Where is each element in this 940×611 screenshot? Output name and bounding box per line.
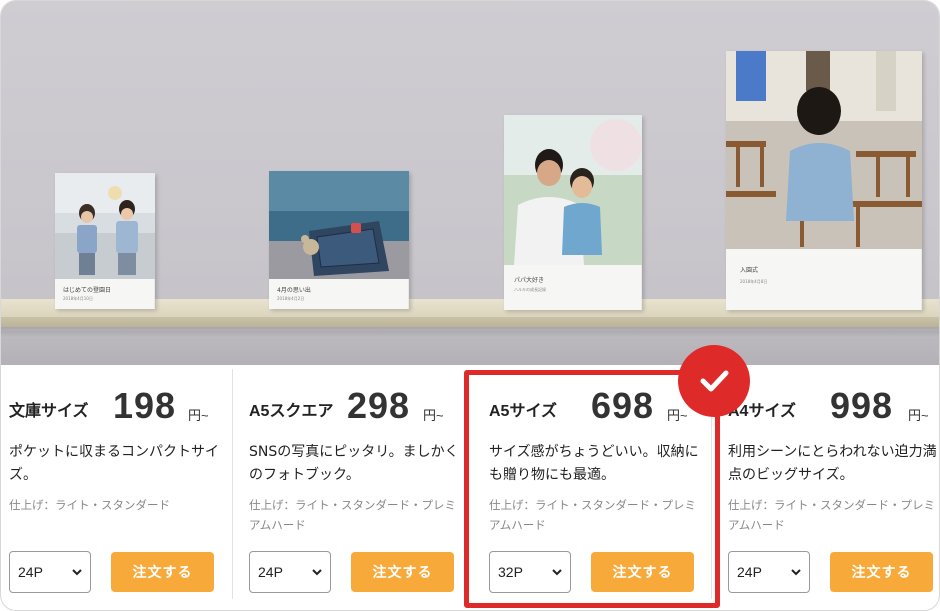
price-unit: 円~ bbox=[188, 408, 209, 423]
selected-badge bbox=[678, 345, 750, 417]
photobook-a5-square: 4月の思い出 2018年4月2日 bbox=[269, 171, 409, 309]
product-card-bunko: 文庫サイズ 198 円~ ポケットに収まるコンパクトサイズ。 仕上げ：ライト・ス… bbox=[1, 365, 239, 610]
book-subtitle: 2018年4月2日 bbox=[277, 296, 305, 301]
chevron-down-icon bbox=[72, 569, 82, 576]
product-price: 998 bbox=[830, 385, 894, 426]
product-card-a4: A4サイズ 998 円~ 利用シーンにとらわれない迫力満点のビッグサイズ。 仕上… bbox=[720, 365, 939, 610]
price-unit: 円~ bbox=[908, 408, 929, 423]
price-unit: 円~ bbox=[423, 408, 444, 423]
check-icon bbox=[700, 370, 729, 392]
product-finish: 仕上げ：ライト・スタンダード・プレミアムハード bbox=[728, 498, 935, 532]
product-size-comparison: はじめての登園日 2018年4月10日 4月の思い出 2018年4月2日 パパ大… bbox=[0, 0, 940, 611]
book-subtitle: 2018年4月10日 bbox=[63, 296, 93, 301]
product-description: 利用シーンにとらわれない迫力満点のビッグサイズ。 bbox=[728, 444, 937, 483]
book-title: 入園式 bbox=[740, 267, 759, 274]
product-finish: 仕上げ：ライト・スタンダード bbox=[9, 498, 170, 512]
page-count-select[interactable]: 24P bbox=[728, 551, 810, 593]
order-button[interactable]: 注文する bbox=[830, 552, 933, 592]
book-subtitle: ハルキの成長記録 bbox=[514, 287, 546, 292]
product-card-a5-square: A5スクエア 298 円~ SNSの写真にピッタリ。ましかくのフォトブック。 仕… bbox=[241, 365, 479, 610]
chevron-down-icon bbox=[312, 569, 322, 576]
page-count-value: 24P bbox=[737, 564, 762, 580]
product-price: 298 bbox=[347, 385, 411, 426]
product-price: 198 bbox=[113, 385, 177, 426]
product-size-name: A5スクエア bbox=[249, 403, 334, 420]
photobook-a5-photo bbox=[504, 115, 642, 265]
chevron-down-icon bbox=[791, 569, 801, 576]
book-title: 4月の思い出 bbox=[277, 287, 311, 294]
photobook-bunko-photo bbox=[55, 173, 155, 279]
page-count-value: 24P bbox=[18, 564, 43, 580]
product-size-name: 文庫サイズ bbox=[9, 403, 89, 420]
page-count-select[interactable]: 24P bbox=[9, 551, 91, 593]
selected-product-highlight bbox=[464, 370, 720, 608]
order-button[interactable]: 注文する bbox=[111, 552, 214, 592]
product-finish: 仕上げ：ライト・スタンダード・プレミアムハード bbox=[249, 498, 456, 532]
photobook-a5-square-photo bbox=[269, 171, 409, 279]
book-subtitle: 2018年4月8日 bbox=[740, 279, 768, 284]
page-count-value: 24P bbox=[258, 564, 283, 580]
book-title: はじめての登園日 bbox=[63, 287, 112, 294]
photobook-a4: 入園式 2018年4月8日 bbox=[726, 51, 922, 310]
photobook-bunko: はじめての登園日 2018年4月10日 bbox=[55, 173, 155, 309]
product-description: ポケットに収まるコンパクトサイズ。 bbox=[9, 444, 219, 483]
photobook-a4-photo bbox=[726, 51, 922, 249]
product-description: SNSの写真にピッタリ。ましかくのフォトブック。 bbox=[249, 444, 459, 483]
order-button[interactable]: 注文する bbox=[351, 552, 454, 592]
shelf-scene: はじめての登園日 2018年4月10日 4月の思い出 2018年4月2日 パパ大… bbox=[1, 1, 939, 365]
photobook-a5: パパ大好き ハルキの成長記録 bbox=[504, 115, 642, 310]
book-title: パパ大好き bbox=[514, 277, 545, 284]
page-count-select[interactable]: 24P bbox=[249, 551, 331, 593]
